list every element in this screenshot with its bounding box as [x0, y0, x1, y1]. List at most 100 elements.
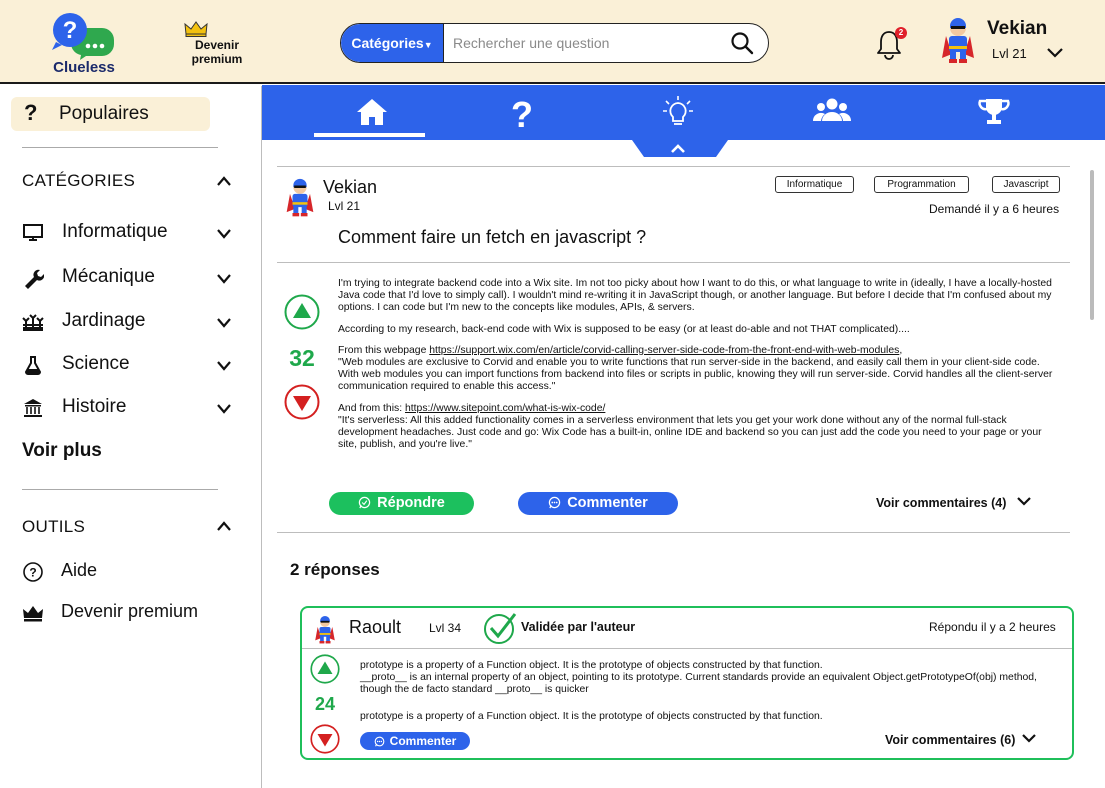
- chevron-down-icon: [217, 404, 231, 414]
- divider: [277, 166, 1070, 167]
- answer-author[interactable]: Raoult: [349, 617, 401, 638]
- chevron-up-icon[interactable]: [216, 520, 232, 532]
- sidebar-item-informatique[interactable]: Informatique: [22, 218, 242, 248]
- categories-dropdown-label: Catégories: [351, 35, 424, 51]
- tag-informatique[interactable]: Informatique: [775, 176, 854, 193]
- downvote-button[interactable]: [284, 384, 320, 420]
- answer-time: Répondu il y a 2 heures: [929, 620, 1056, 634]
- question-asked-time: Demandé il y a 6 heures: [929, 202, 1060, 216]
- quote-text: "Web modules are exclusive to Corvid and…: [338, 357, 1053, 393]
- user-name[interactable]: Vekian: [987, 18, 1047, 40]
- quote-text: "It's serverless: All this added functio…: [338, 414, 1042, 451]
- see-more-link[interactable]: Voir plus: [22, 440, 102, 462]
- answer-downvote-button[interactable]: [310, 724, 340, 754]
- answer-author-level: Lvl 34: [429, 621, 462, 635]
- reply-button[interactable]: Répondre: [329, 492, 474, 515]
- answer-comment-label: Commenter: [389, 734, 457, 748]
- text-span: ,: [899, 344, 903, 356]
- chevron-down-icon: [217, 318, 231, 328]
- question-paragraph: According to my research, back-end code …: [338, 323, 910, 335]
- sidebar-item-label: Mécanique: [62, 266, 155, 287]
- search-icon[interactable]: [730, 31, 754, 55]
- top-bar: ? Clueless Devenir premium Catégories▼ 2: [0, 0, 1105, 84]
- logo[interactable]: ? Clueless: [46, 12, 122, 76]
- answer-paragraph: prototype is a property of a Function ob…: [360, 710, 823, 722]
- upvote-button[interactable]: [284, 294, 320, 330]
- help-icon: ?: [23, 562, 43, 582]
- chevron-down-icon: [217, 361, 231, 371]
- svg-text:?: ?: [29, 566, 36, 580]
- answer-upvote-button[interactable]: [310, 654, 340, 684]
- comment-button-label: Commenter: [567, 495, 648, 511]
- answer-author-avatar[interactable]: [314, 615, 336, 645]
- sidebar-item-popular[interactable]: ? Populaires: [11, 97, 210, 131]
- tag-programmation[interactable]: Programmation: [874, 176, 969, 193]
- categories-title: CATÉGORIES: [22, 171, 136, 190]
- main-nav: ?: [262, 85, 1105, 140]
- sidebar-item-label: Science: [62, 353, 130, 374]
- question-icon[interactable]: ?: [502, 95, 542, 129]
- wrench-icon: [25, 269, 44, 289]
- sidebar-item-jardinage[interactable]: Jardinage: [22, 307, 242, 337]
- lightbulb-icon[interactable]: [658, 95, 698, 129]
- see-comments-toggle[interactable]: Voir commentaires (4): [876, 496, 1032, 510]
- svg-text:?: ?: [63, 17, 78, 44]
- validated-badge: Validée par l'auteur: [521, 620, 636, 634]
- link-wix-support[interactable]: https://support.wix.com/en/article/corvi…: [429, 345, 899, 356]
- tools-title: OUTILS: [22, 517, 86, 536]
- text-span: From this webpage: [338, 344, 430, 356]
- sidebar-item-help[interactable]: ? Aide: [22, 558, 252, 586]
- answer-paragraph: prototype is a property of a Function ob…: [360, 660, 823, 671]
- categories-dropdown-button[interactable]: Catégories▼: [341, 24, 444, 62]
- svg-text:?: ?: [511, 95, 533, 129]
- divider: [22, 147, 218, 148]
- chat-bubble-icon: [548, 496, 561, 509]
- question-paragraph: And from this: https://www.sitepoint.com…: [338, 403, 1058, 452]
- answer-see-comments-toggle[interactable]: Voir commentaires (6): [885, 733, 1037, 747]
- chevron-up-icon[interactable]: [216, 175, 232, 187]
- scrollbar[interactable]: [1090, 170, 1094, 320]
- user-avatar[interactable]: [940, 18, 976, 64]
- answers-count-title: 2 réponses: [290, 560, 380, 579]
- search-input[interactable]: [453, 31, 723, 55]
- text-span: And from this:: [338, 402, 405, 414]
- premium-label-2: premium: [191, 52, 243, 66]
- chevron-down-icon: [1022, 734, 1037, 743]
- chevron-down-icon: [1017, 497, 1032, 506]
- sidebar-item-label: Devenir premium: [61, 601, 199, 621]
- sidebar-item-label: Populaires: [59, 103, 149, 124]
- monitor-icon: [23, 224, 43, 241]
- question-author-level: Lvl 21: [328, 199, 361, 213]
- garden-icon: [22, 314, 44, 331]
- sidebar-item-premium[interactable]: Devenir premium: [22, 599, 252, 627]
- sidebar-item-label: Jardinage: [62, 310, 146, 331]
- users-icon[interactable]: [812, 95, 852, 129]
- question-paragraph: From this webpage https://support.wix.co…: [338, 345, 1058, 394]
- logo-text: Clueless: [53, 59, 115, 76]
- question-paragraph: I'm trying to integrate backend code int…: [338, 278, 1052, 314]
- sidebar-item-mecanique[interactable]: Mécanique: [22, 263, 242, 293]
- sidebar-item-science[interactable]: Science: [22, 350, 242, 380]
- notification-badge: 2: [895, 27, 907, 39]
- premium-link[interactable]: Devenir premium: [184, 20, 250, 66]
- sidebar: ? Populaires CATÉGORIES Informatique Méc…: [0, 86, 262, 788]
- chevron-down-icon[interactable]: [1046, 46, 1064, 60]
- trophy-icon[interactable]: [974, 95, 1014, 129]
- chat-bubble-icon: [358, 496, 371, 509]
- comment-button[interactable]: Commenter: [518, 492, 678, 515]
- link-sitepoint[interactable]: https://www.sitepoint.com/what-is-wix-co…: [405, 403, 605, 414]
- home-icon[interactable]: [352, 95, 392, 129]
- author-avatar[interactable]: [285, 178, 315, 218]
- caret-down-icon: ▼: [423, 40, 433, 50]
- sidebar-item-histoire[interactable]: Histoire: [22, 393, 242, 423]
- answer-comment-button[interactable]: Commenter: [360, 732, 470, 750]
- check-icon: [484, 613, 517, 644]
- nav-collapse-tab[interactable]: [632, 140, 728, 157]
- question-body: I'm trying to integrate backend code int…: [338, 278, 1058, 460]
- tag-javascript[interactable]: Javascript: [992, 176, 1060, 193]
- question-author[interactable]: Vekian: [323, 177, 377, 198]
- premium-label-1: Devenir: [194, 38, 240, 52]
- answer-vote-count: 24: [314, 694, 336, 714]
- chevron-down-icon: [217, 229, 231, 239]
- answer-paragraph: __proto__ is an internal property of an …: [360, 672, 1037, 696]
